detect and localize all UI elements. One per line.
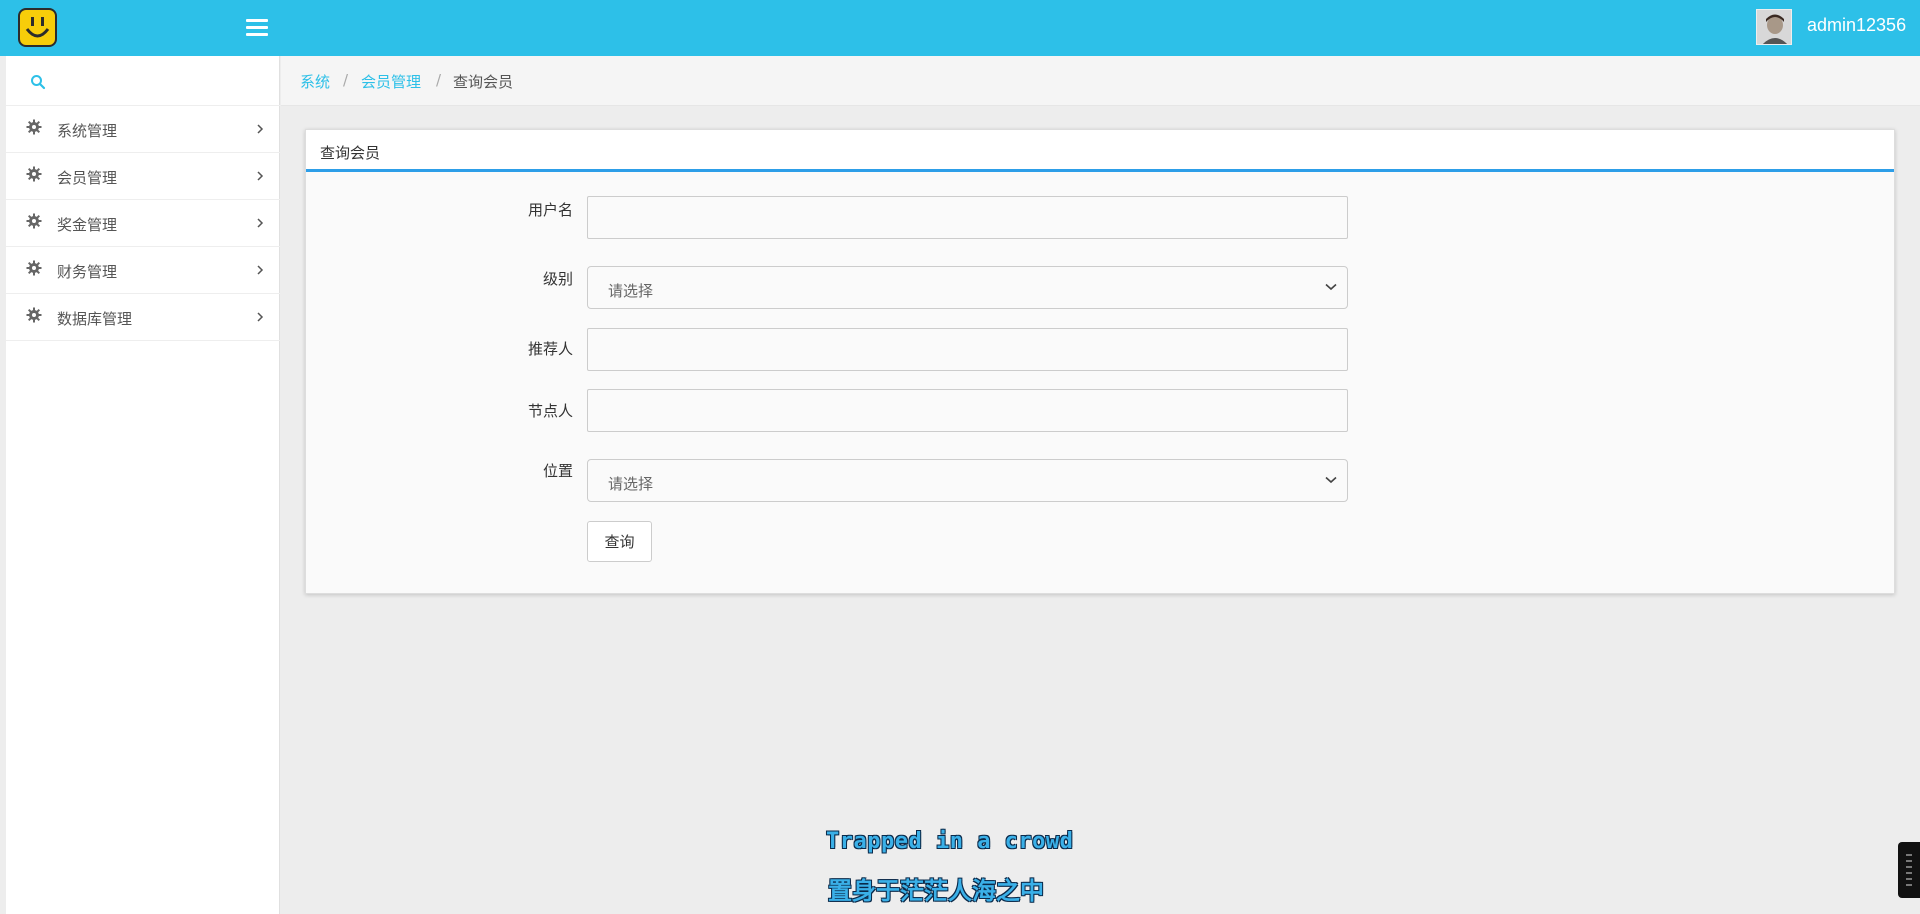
username-input[interactable]: [587, 196, 1348, 239]
position-select[interactable]: 请选择: [587, 459, 1348, 502]
subtitle-chinese: 置身于茫茫人海之中: [828, 877, 1044, 905]
avatar[interactable]: [1756, 9, 1792, 45]
gear-icon: [26, 119, 42, 135]
smiley-logo-icon[interactable]: [18, 8, 57, 47]
sidebar-search[interactable]: [6, 56, 280, 106]
sidebar-item-database[interactable]: 数据库管理: [6, 294, 280, 341]
position-select-value: 请选择: [608, 475, 654, 493]
sidebar: 系统管理 会员管理 奖金管理 财务管理 数据库管理: [6, 56, 280, 914]
username[interactable]: admin12356: [1807, 15, 1906, 36]
sidebar-item-label: 财务管理: [57, 263, 118, 281]
level-select[interactable]: 请选择: [587, 266, 1348, 309]
sidebar-item-label: 数据库管理: [57, 310, 133, 328]
referrer-label: 推荐人: [527, 340, 573, 358]
chevron-down-icon: [1325, 476, 1337, 484]
search-icon[interactable]: [30, 74, 46, 90]
subtitle-english: Trapped in a crowd: [826, 829, 1074, 854]
breadcrumb: 系统 / 会员管理 / 查询会员: [281, 56, 1920, 106]
panel-title: 查询会员: [320, 144, 381, 162]
sidebar-item-label: 会员管理: [57, 169, 118, 187]
level-select-value: 请选择: [608, 282, 654, 300]
sidebar-item-label: 系统管理: [57, 122, 118, 140]
chevron-right-icon: [257, 218, 264, 228]
referrer-input[interactable]: [587, 328, 1348, 371]
node-label: 节点人: [527, 402, 573, 420]
node-input[interactable]: [587, 389, 1348, 432]
breadcrumb-separator: /: [343, 71, 349, 89]
breadcrumb-current: 查询会员: [453, 73, 514, 91]
chevron-right-icon: [257, 312, 264, 322]
chevron-right-icon: [257, 171, 264, 181]
sidebar-item-members[interactable]: 会员管理: [6, 153, 280, 200]
query-button[interactable]: 查询: [587, 521, 652, 562]
sidebar-item-finance[interactable]: 财务管理: [6, 247, 280, 294]
sidebar-item-bonus[interactable]: 奖金管理: [6, 200, 280, 247]
gear-icon: [26, 260, 42, 276]
position-label: 位置: [542, 462, 573, 480]
sidebar-item-system[interactable]: 系统管理: [6, 106, 280, 153]
breadcrumb-separator: /: [436, 71, 442, 89]
chevron-down-icon: [1325, 283, 1337, 291]
chevron-right-icon: [257, 265, 264, 275]
hamburger-menu-icon[interactable]: [246, 17, 270, 37]
level-label: 级别: [542, 270, 573, 288]
username-label: 用户名: [527, 201, 573, 219]
gear-icon: [26, 166, 42, 182]
breadcrumb-system-link[interactable]: 系统: [300, 71, 330, 92]
gear-icon: [26, 307, 42, 323]
breadcrumb-members-link[interactable]: 会员管理: [361, 71, 421, 92]
query-member-panel: 查询会员 用户名 级别 请选择 推荐人 节点人 位置 请选择 查询: [305, 129, 1895, 594]
chevron-right-icon: [257, 124, 264, 134]
gear-icon: [26, 213, 42, 229]
side-widget-handle[interactable]: [1898, 842, 1920, 898]
top-bar: admin12356: [0, 0, 1920, 56]
sidebar-item-label: 奖金管理: [57, 216, 118, 234]
panel-header: 查询会员: [306, 130, 1894, 172]
